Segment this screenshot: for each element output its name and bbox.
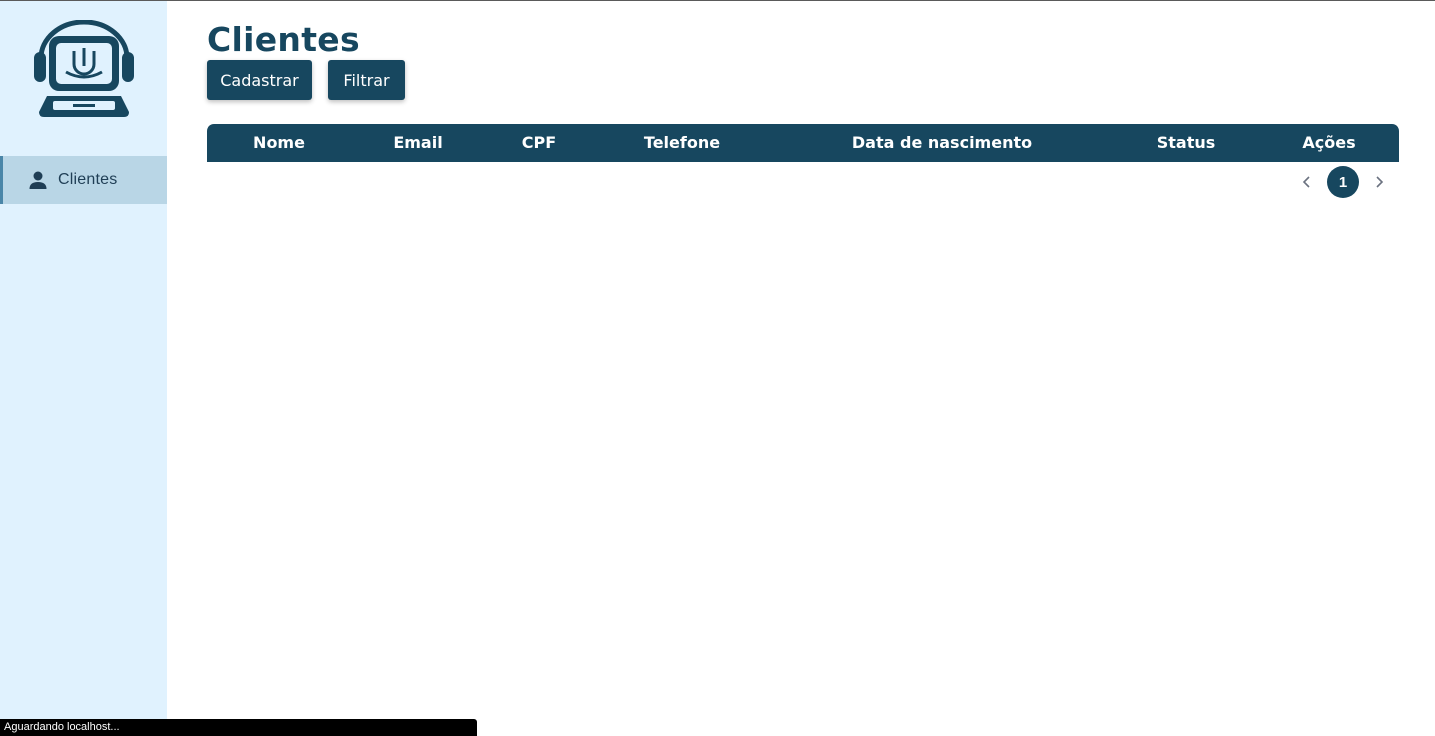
column-header-nome[interactable]: Nome	[253, 124, 305, 162]
pagination-page-current[interactable]: 1	[1327, 166, 1359, 198]
column-header-acoes: Ações	[1302, 133, 1356, 152]
cadastrar-button[interactable]: Cadastrar	[207, 60, 312, 100]
sidebar: Clientes	[0, 1, 167, 736]
chevron-left-icon[interactable]	[1297, 166, 1317, 198]
column-header-telefone[interactable]: Telefone	[644, 124, 720, 162]
filtrar-button[interactable]: Filtrar	[328, 60, 405, 100]
column-header-email[interactable]: Email	[393, 124, 442, 162]
column-header-data-nascimento[interactable]: Data de nascimento	[852, 124, 1032, 162]
window-top-border	[0, 0, 1435, 1]
chevron-right-icon[interactable]	[1369, 166, 1389, 198]
pagination: 1	[0, 166, 1435, 198]
browser-status-bar: Aguardando localhost...	[0, 719, 477, 736]
clients-table-header: Nome Email CPF Telefone Data de nascimen…	[207, 124, 1399, 162]
column-header-status[interactable]: Status	[1157, 124, 1216, 162]
support-agent-logo-icon	[33, 19, 135, 120]
column-header-cpf[interactable]: CPF	[522, 124, 556, 162]
page-title: Clientes	[207, 20, 360, 59]
